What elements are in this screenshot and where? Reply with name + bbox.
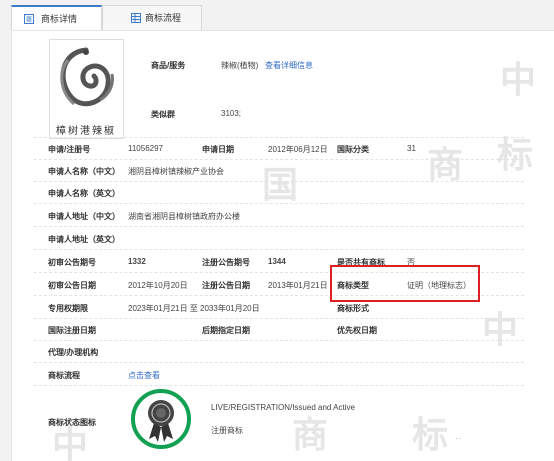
agent-label: 代理/办理机构 <box>48 348 99 357</box>
watermark-char: 商 <box>292 414 329 456</box>
applicant-addr-cn-value: 湖南省湘阴县樟树镇政府办公楼 <box>128 212 240 221</box>
reg-pub-no-value: 1344 <box>268 257 286 266</box>
loading-dots: ·· <box>455 434 463 443</box>
watermark-char: 国 <box>262 164 299 206</box>
highlight-box <box>330 265 480 302</box>
application-no-label: 申请/注册号 <box>48 145 91 154</box>
similar-group-value: 3103; <box>221 109 242 118</box>
watermark-char: 中 <box>500 59 537 101</box>
process-view-link[interactable]: 点击查看 <box>128 370 160 381</box>
document-list-icon <box>24 14 34 24</box>
intl-reg-date-label: 国际注册日期 <box>48 326 96 335</box>
status-line1: LIVE/REGISTRATION/Issued and Active <box>211 403 355 412</box>
tab-bar: 商标详情 商标流程 <box>0 0 554 32</box>
applicant-name-cn-label: 申请人名称（中文） <box>48 167 120 176</box>
divider <box>34 203 524 204</box>
tab-trademark-process[interactable]: 商标流程 <box>102 5 202 31</box>
similar-group-label: 类似群 <box>151 110 175 119</box>
reg-pub-date-label: 注册公告日期 <box>202 281 250 290</box>
goods-detail-link[interactable]: 查看详细信息 <box>265 60 313 71</box>
grid-icon <box>131 13 141 23</box>
exclusive-period-value: 2023年01月21日 至 2033年01月20日 <box>128 304 260 313</box>
divider <box>34 362 524 363</box>
divider <box>34 318 524 319</box>
award-ribbon-icon <box>148 400 174 442</box>
divider <box>34 385 524 386</box>
tab-label: 商标详情 <box>41 14 78 24</box>
watermark-char: 中 <box>482 309 519 351</box>
prelim-pub-date-label: 初审公告日期 <box>48 281 96 290</box>
application-date-value: 2012年06月12日 <box>268 145 328 154</box>
process-label: 商标流程 <box>48 371 80 380</box>
divider <box>34 137 524 138</box>
prelim-pub-date-value: 2012年10月20日 <box>128 281 188 290</box>
status-line2: 注册商标 <box>211 426 243 435</box>
priority-date-label: 优先权日期 <box>337 326 377 335</box>
reg-pub-date-value: 2013年01月21日 <box>268 281 328 290</box>
applicant-name-cn-value: 湘阴县樟树镇辣椒产业协会 <box>128 167 224 176</box>
tab-label: 商标流程 <box>145 13 182 23</box>
prelim-pub-no-value: 1332 <box>128 257 146 266</box>
application-date-label: 申请日期 <box>202 145 234 154</box>
later-designation-label: 后期指定日期 <box>202 326 250 335</box>
divider <box>34 249 524 250</box>
exclusive-period-label: 专用权期限 <box>48 304 88 313</box>
trademark-image: 樟树港辣椒 <box>49 39 124 139</box>
divider <box>34 340 524 341</box>
applicant-addr-cn-label: 申请人地址（中文） <box>48 212 120 221</box>
tab-trademark-details[interactable]: 商标详情 <box>11 5 102 32</box>
watermark-char: 标 <box>412 414 449 456</box>
goods-label: 商品/服务 <box>151 61 186 70</box>
divider <box>34 226 524 227</box>
application-no-value: 11056297 <box>128 144 163 153</box>
divider <box>34 159 524 160</box>
applicant-addr-en-label: 申请人地址（英文） <box>48 235 120 244</box>
trademark-detail-panel: 中 国 商 标 中 中 商 标 樟树港辣椒 商品/服务 辣椒(植物) 查看详细信… <box>11 30 554 461</box>
logo-text: 樟树港辣椒 <box>56 126 116 137</box>
intl-class-value: 31 <box>407 144 416 153</box>
applicant-name-en-label: 申请人名称（英文） <box>48 189 120 198</box>
status-icon-label: 商标状态图标 <box>48 418 96 427</box>
divider <box>34 181 524 182</box>
prelim-pub-no-label: 初审公告期号 <box>48 258 96 267</box>
status-badge <box>131 389 191 449</box>
tm-form-label: 商标形式 <box>337 304 369 313</box>
goods-value: 辣椒(植物) <box>221 61 259 70</box>
intl-class-label: 国际分类 <box>337 145 369 154</box>
reg-pub-no-label: 注册公告期号 <box>202 258 250 267</box>
watermark-char: 标 <box>497 134 534 176</box>
